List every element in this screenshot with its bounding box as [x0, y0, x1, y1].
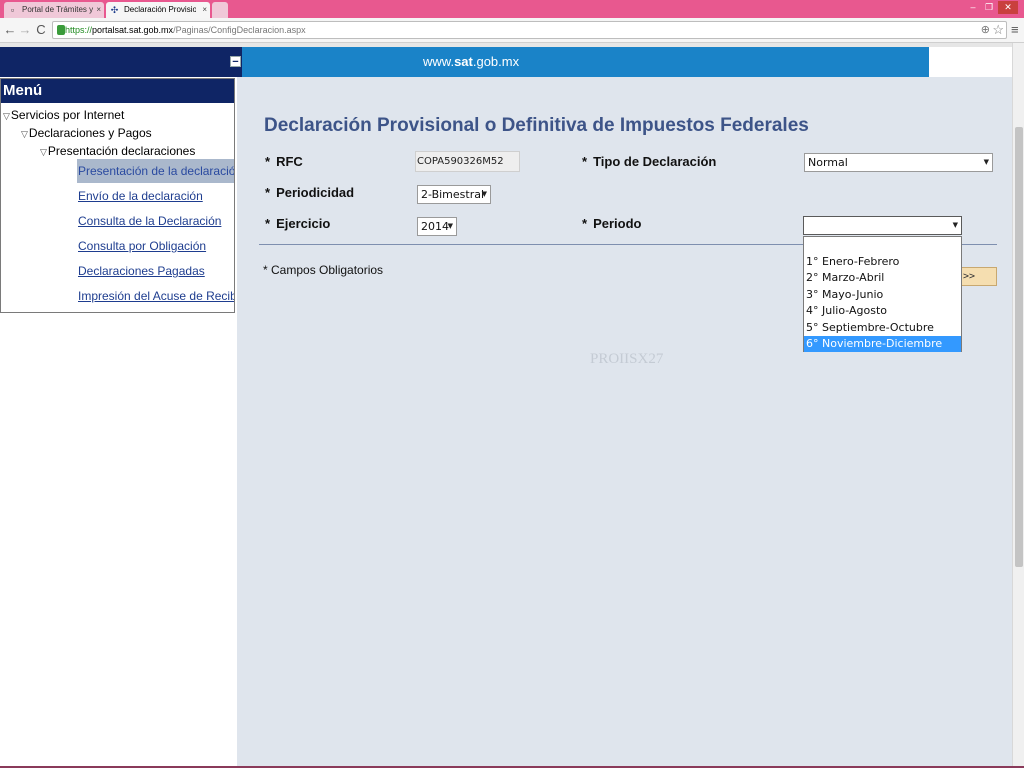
tab-close-icon[interactable]: ×	[96, 2, 101, 18]
dropdown-arrow-icon: ▼	[447, 222, 453, 230]
tree-label: Servicios por Internet	[10, 108, 125, 122]
periodo-option-highlighted[interactable]: 6° Noviembre-Diciembre	[804, 336, 961, 352]
reload-icon[interactable]: C	[34, 22, 48, 38]
select-value: 2014	[421, 220, 449, 233]
tree-label: Presentación declaraciones	[47, 144, 196, 158]
tab-label: Declaración Provisional o	[124, 5, 196, 14]
close-window-icon[interactable]: ✕	[998, 1, 1018, 14]
dropdown-arrow-icon: ▼	[952, 221, 958, 229]
browser-tab-portal[interactable]: ▫ Portal de Trámites y Servi ×	[4, 2, 104, 18]
header-left-band: −	[0, 47, 242, 77]
menu-link-declaraciones-pagadas[interactable]: Declaraciones Pagadas	[77, 259, 234, 283]
zoom-icon[interactable]: ⊕	[981, 23, 990, 36]
tree-label: Declaraciones y Pagos	[28, 126, 152, 140]
periodo-option[interactable]: 5° Septiembre-Octubre	[804, 320, 961, 336]
collapse-menu-button[interactable]: −	[230, 56, 241, 68]
expand-triangle-icon[interactable]: ▽	[3, 111, 10, 122]
page-title: Declaración Provisional o Definitiva de …	[264, 115, 809, 136]
browser-toolbar: ← → C https://portalsat.sat.gob.mx/Pagin…	[0, 18, 1024, 43]
menu-link-envio[interactable]: Envío de la declaración	[77, 184, 234, 208]
expand-triangle-icon[interactable]: ▽	[40, 147, 47, 158]
periodo-option[interactable]: 1° Enero-Febrero	[804, 254, 961, 270]
lock-icon	[57, 25, 65, 35]
restore-icon[interactable]: ❐	[982, 1, 996, 14]
tipo-declaracion-label: * Tipo de Declaración	[582, 154, 717, 169]
periodo-label: * Periodo	[582, 216, 642, 231]
periodo-option[interactable]: 3° Mayo-Junio	[804, 287, 961, 303]
select-value: 2-Bimestral	[421, 188, 485, 201]
back-arrow-icon[interactable]: ←	[3, 22, 17, 38]
tab-close-icon[interactable]: ×	[202, 2, 207, 18]
address-bar[interactable]: https://portalsat.sat.gob.mx/Paginas/Con…	[52, 21, 1007, 39]
sat-logo-icon: ✣	[110, 5, 119, 15]
select-value: Normal	[808, 156, 848, 169]
minimize-icon[interactable]: –	[966, 1, 980, 14]
required-fields-note: * Campos Obligatorios	[263, 263, 384, 277]
periodicidad-label: * Periodicidad	[265, 185, 355, 200]
main-content: Declaración Provisional o Definitiva de …	[237, 77, 1012, 768]
menu-link-consulta-declaracion[interactable]: Consulta de la Declaración	[77, 209, 234, 233]
new-tab-button[interactable]	[212, 2, 228, 18]
side-menu: Menú ▽Servicios por Internet ▽Declaracio…	[0, 78, 235, 313]
periodicidad-select[interactable]: 2-Bimestral ▼	[417, 185, 491, 204]
dropdown-arrow-icon: ▼	[983, 158, 989, 166]
periodo-select[interactable]: ▼	[803, 216, 962, 235]
page: − www.sat.gob.mx Menú ▽Servicios por Int…	[0, 43, 1024, 768]
watermark-text: PROIISX27	[590, 351, 664, 367]
ejercicio-label: * Ejercicio	[265, 216, 331, 231]
menu-link-consulta-obligacion[interactable]: Consulta por Obligación	[77, 234, 234, 258]
url-text: https://portalsat.sat.gob.mx/Paginas/Con…	[65, 25, 306, 35]
tree-item-servicios[interactable]: ▽Servicios por Internet	[3, 108, 124, 122]
bookmark-star-icon[interactable]: ☆	[992, 22, 1004, 38]
rfc-field: COPA590326M52	[415, 151, 520, 172]
periodo-option[interactable]: 4° Julio-Agosto	[804, 303, 961, 319]
tipo-declaracion-select[interactable]: Normal ▼	[804, 153, 993, 172]
tab-label: Portal de Trámites y Servi	[22, 5, 94, 14]
browser-tab-declaracion[interactable]: ✣ Declaración Provisional o ×	[106, 2, 210, 18]
periodo-dropdown-list: 1° Enero-Febrero 2° Marzo-Abril 3° Mayo-…	[803, 236, 962, 352]
expand-triangle-icon[interactable]: ▽	[21, 129, 28, 140]
ejercicio-select[interactable]: 2014 ▼	[417, 217, 457, 236]
browser-titlebar: ▫ Portal de Trámites y Servi × ✣ Declara…	[0, 0, 1024, 18]
periodo-option[interactable]: 2° Marzo-Abril	[804, 270, 961, 286]
tree-item-presentacion[interactable]: ▽Presentación declaraciones	[40, 144, 195, 158]
rfc-label: * RFC	[265, 154, 303, 169]
window-controls: – ❐ ✕	[966, 1, 1018, 15]
menu-title: Menú	[1, 79, 234, 103]
forward-arrow-icon[interactable]: →	[18, 22, 32, 38]
scrollbar-thumb[interactable]	[1015, 127, 1023, 567]
browser-menu-icon[interactable]: ≡	[1011, 22, 1019, 38]
dropdown-arrow-icon: ▼	[481, 190, 487, 198]
vertical-scrollbar[interactable]	[1012, 43, 1024, 768]
site-logo[interactable]: www.sat.gob.mx	[423, 54, 519, 69]
page-icon: ▫	[10, 5, 15, 15]
tree-item-declaraciones[interactable]: ▽Declaraciones y Pagos	[21, 126, 152, 140]
header-banner: www.sat.gob.mx	[242, 47, 929, 77]
menu-link-acuse[interactable]: Impresión del Acuse de Recibo	[77, 284, 234, 308]
menu-link-presentacion[interactable]: Presentación de la declaración	[77, 159, 234, 183]
